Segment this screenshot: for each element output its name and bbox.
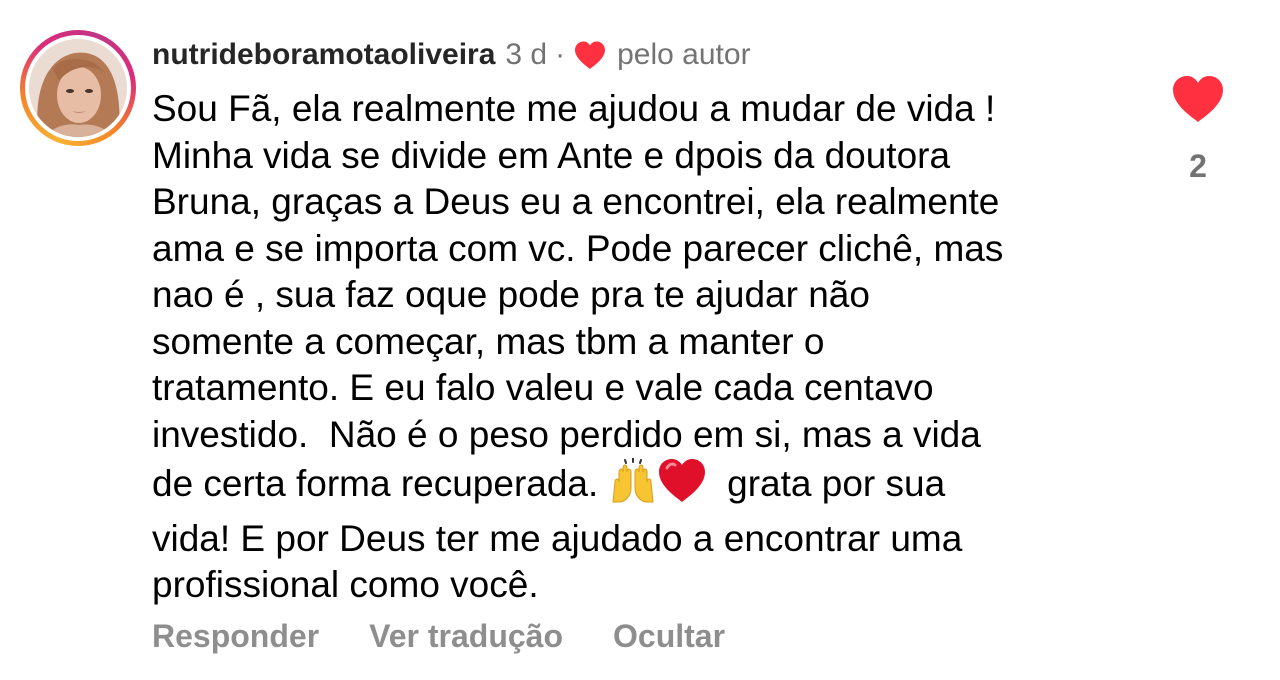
avatar-gap [25, 35, 131, 141]
comment-header: nutrideboramotaoliveira 3 d · pelo autor [152, 33, 751, 77]
comment: nutrideboramotaoliveira 3 d · pelo autor… [0, 0, 1280, 680]
red-heart-emoji-icon [657, 458, 707, 516]
like-button[interactable] [1170, 74, 1226, 124]
comment-line: Minha vida se divide em Ante e dpois da … [152, 134, 951, 176]
comment-line: nao é , sua faz oque pode pra te ajudar … [152, 274, 870, 315]
avatar[interactable] [29, 39, 127, 137]
timestamp: 3 d [505, 38, 548, 71]
comment-line: profissional como você. [152, 564, 539, 605]
like-count: 2 [1189, 148, 1207, 184]
avatar-photo [29, 39, 127, 137]
comment-line: tratamento. E eu falo valeu e vale cada … [152, 367, 934, 408]
see-translation-button[interactable]: Ver tradução [369, 618, 563, 655]
comment-text: Sou Fã, ela realmente me ajudou a mudar … [152, 86, 1142, 609]
username[interactable]: nutrideboramotaoliveira [152, 38, 495, 72]
liked-by-author-label: pelo autor [617, 38, 751, 71]
heart-icon [573, 40, 607, 70]
comment-line: vida! E por Deus ter me ajudado a encont… [152, 517, 963, 559]
comment-line: somente a começar, mas tbm a manter o [152, 320, 825, 362]
heart-filled-icon [1173, 76, 1223, 122]
separator-dot: · [555, 38, 566, 71]
comment-line: de certa forma recuperada. [152, 463, 599, 504]
avatar-story-ring[interactable] [20, 30, 136, 146]
comment-line: grata por sua [727, 463, 946, 504]
comment-line: Sou Fã, ela realmente me ajudou a mudar … [152, 88, 996, 129]
reply-button[interactable]: Responder [152, 618, 319, 655]
comment-line: Bruna, graças a Deus eu a encontrei, ela… [152, 181, 1000, 222]
raising-hands-icon [609, 457, 657, 516]
comment-line: ama e se importa com vc. Pode parecer cl… [152, 227, 1004, 269]
comment-line: investido. Não é o peso perdido em si, m… [152, 413, 981, 455]
comment-actions: Responder Ver tradução Ocultar [152, 618, 775, 655]
hide-button[interactable]: Ocultar [613, 618, 725, 655]
